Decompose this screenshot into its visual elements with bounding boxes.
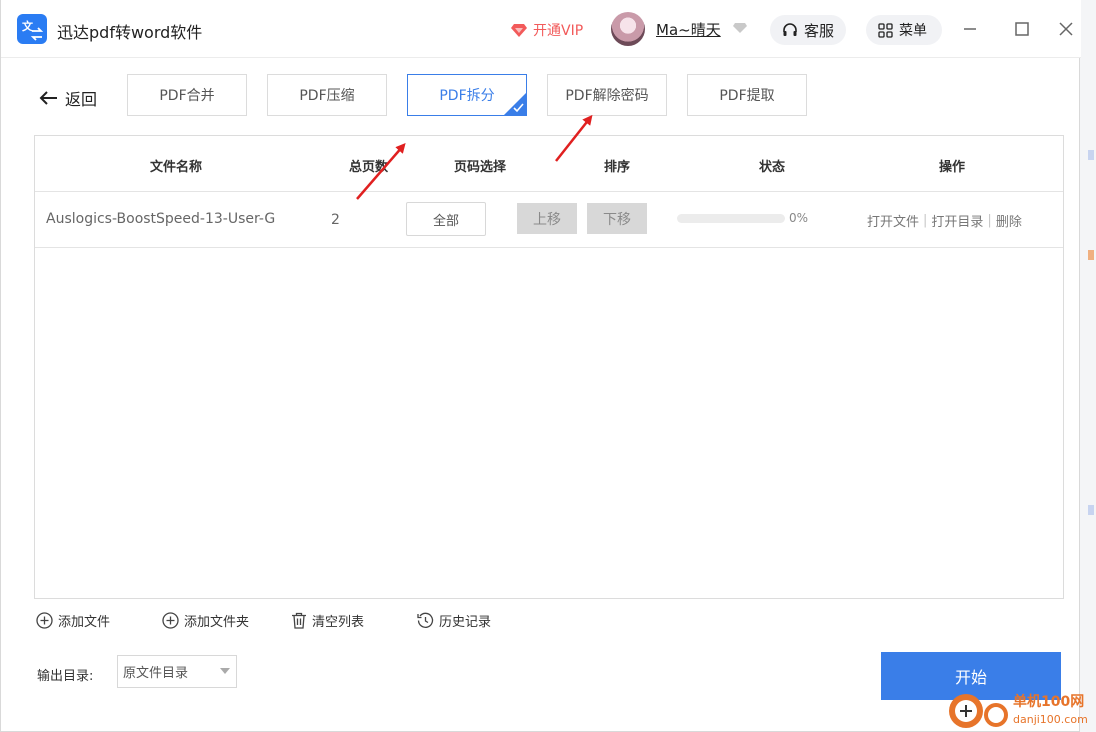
menu-button[interactable]: 菜单 — [866, 15, 942, 45]
row-actions: 打开文件 | 打开目录 | 删除 — [867, 211, 1022, 230]
move-down-button[interactable]: 下移 — [587, 203, 647, 234]
grid-menu-icon — [878, 22, 893, 38]
column-header-status: 状态 — [759, 160, 786, 175]
page-select-button[interactable]: 全部 — [406, 202, 486, 236]
background-strip — [1080, 0, 1096, 732]
minimize-icon[interactable] — [959, 18, 981, 40]
tab-pdf-unlock[interactable]: PDF解除密码 — [547, 74, 667, 116]
avatar[interactable] — [611, 12, 645, 46]
title-bar: 文 迅达pdf转word软件 开通VIP Ma~晴天 客服 菜单 — [1, 0, 1081, 58]
table-row: Auslogics-BoostSpeed-13-User-Guide 2 全部 … — [35, 192, 1063, 248]
background-mark — [1088, 505, 1094, 515]
menu-label: 菜单 — [899, 23, 927, 39]
divider: | — [987, 213, 992, 228]
table-header: 文件名称 总页数 页码选择 排序 状态 操作 — [35, 136, 1063, 192]
swap-arrow-icon — [30, 27, 44, 41]
move-up-button[interactable]: 上移 — [517, 203, 577, 234]
app-title: 迅达pdf转word软件 — [57, 23, 203, 42]
open-folder-link[interactable]: 打开目录 — [931, 211, 983, 230]
chevron-down-icon — [220, 668, 230, 674]
column-header-page-select: 页码选择 — [454, 160, 507, 175]
page-count: 2 — [331, 212, 340, 228]
vip-label: 开通VIP — [533, 23, 584, 39]
app-window: 文 迅达pdf转word软件 开通VIP Ma~晴天 客服 菜单 返回 PDF合… — [0, 0, 1081, 732]
progress-bar — [677, 214, 785, 223]
vip-button[interactable]: 开通VIP — [511, 20, 583, 40]
watermark-url: danji100.com — [1013, 713, 1088, 726]
app-logo: 文 — [17, 14, 47, 44]
service-label: 客服 — [804, 21, 835, 40]
arrow-left-icon — [39, 91, 57, 105]
username[interactable]: Ma~晴天 — [656, 19, 721, 40]
file-table: 文件名称 总页数 页码选择 排序 状态 操作 Auslogics-BoostSp… — [34, 135, 1064, 599]
trash-icon — [292, 612, 306, 629]
history-button[interactable]: 历史记录 — [417, 611, 491, 630]
tab-label: PDF合并 — [159, 88, 215, 104]
plus-circle-icon — [36, 612, 53, 629]
customer-service-button[interactable]: 客服 — [770, 15, 846, 45]
output-dir-value: 原文件目录 — [123, 666, 189, 681]
history-icon — [417, 612, 434, 628]
tab-pdf-merge[interactable]: PDF合并 — [127, 74, 247, 116]
close-icon[interactable] — [1055, 18, 1077, 40]
tab-label: PDF压缩 — [299, 88, 355, 104]
watermark-text: 单机100网 — [1013, 694, 1085, 710]
clear-list-label: 清空列表 — [312, 615, 365, 630]
tab-pdf-compress[interactable]: PDF压缩 — [267, 74, 387, 116]
tab-pdf-split[interactable]: PDF拆分 — [407, 74, 527, 116]
column-header-pages: 总页数 — [349, 160, 389, 175]
progress-text: 0% — [789, 211, 809, 225]
output-dir-select[interactable]: 原文件目录 — [117, 655, 237, 688]
background-mark — [1088, 250, 1094, 260]
plus-circle-icon — [162, 612, 179, 629]
tab-label: PDF提取 — [719, 88, 775, 104]
tab-label: PDF拆分 — [439, 88, 495, 104]
selected-check-icon — [503, 92, 527, 116]
maximize-icon[interactable] — [1011, 18, 1033, 40]
column-header-actions: 操作 — [939, 160, 966, 175]
headset-icon — [783, 23, 797, 36]
history-label: 历史记录 — [439, 615, 492, 630]
column-header-order: 排序 — [604, 160, 631, 175]
add-file-label: 添加文件 — [58, 615, 111, 630]
back-label: 返回 — [65, 90, 98, 109]
delete-link[interactable]: 删除 — [996, 211, 1022, 230]
tab-label: PDF解除密码 — [565, 88, 649, 104]
back-button[interactable]: 返回 — [39, 86, 97, 110]
output-dir-label: 输出目录: — [37, 669, 94, 684]
background-mark — [1088, 150, 1094, 160]
diamond-icon — [511, 24, 527, 37]
file-name: Auslogics-BoostSpeed-13-User-Guide — [46, 211, 276, 227]
member-badge-icon — [733, 23, 747, 33]
column-header-filename: 文件名称 — [150, 160, 203, 175]
divider: | — [923, 213, 928, 228]
clear-list-button[interactable]: 清空列表 — [291, 611, 364, 630]
add-folder-button[interactable]: 添加文件夹 — [162, 611, 249, 630]
add-file-button[interactable]: 添加文件 — [36, 611, 110, 630]
add-folder-label: 添加文件夹 — [184, 615, 250, 630]
open-file-link[interactable]: 打开文件 — [867, 211, 919, 230]
tab-pdf-extract[interactable]: PDF提取 — [687, 74, 807, 116]
